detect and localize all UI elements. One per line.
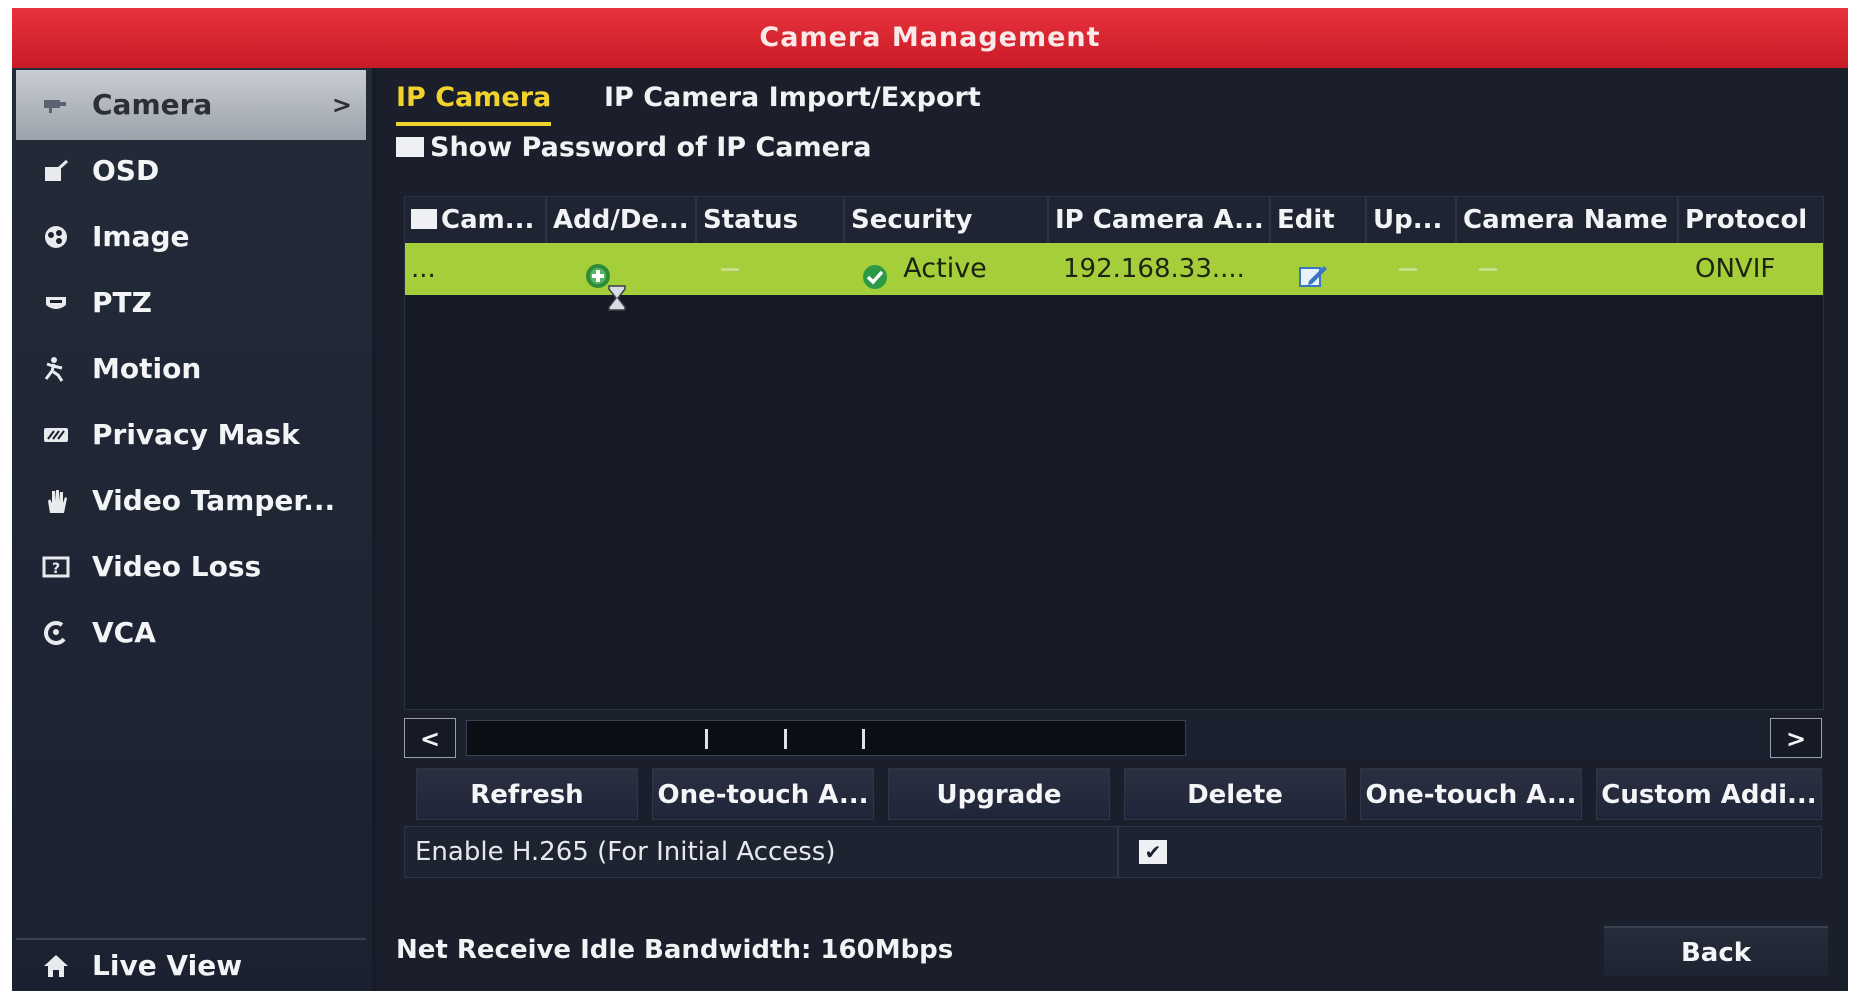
enable-h265-label: Enable H.265 (For Initial Access)	[415, 837, 836, 867]
live-view-label: Live View	[92, 949, 243, 982]
sidebar-item-video-loss[interactable]: ? Video Loss	[16, 532, 366, 602]
sidebar-item-vca[interactable]: VCA	[16, 598, 366, 668]
cell-add-delete	[547, 243, 697, 311]
camera-name-placeholder	[1479, 268, 1497, 271]
cell-edit	[1271, 243, 1367, 295]
scroll-left-button[interactable]: <	[404, 718, 456, 758]
cell-camera-name: -	[1457, 243, 1679, 295]
sidebar-item-label: Motion	[92, 352, 202, 385]
tab-ip-camera[interactable]: IP Camera	[396, 76, 552, 126]
ip-camera-table: Cam... Add/De... Status Security IP Came…	[404, 196, 1824, 710]
net-receive-bandwidth: Net Receive Idle Bandwidth: 160Mbps	[396, 935, 954, 965]
column-camera-name[interactable]: Camera Name	[1457, 197, 1679, 243]
cell-ip-address: 192.168.33....	[1063, 254, 1245, 284]
column-edit[interactable]: Edit	[1271, 197, 1367, 243]
video-tamper-icon	[42, 466, 74, 536]
column-add-delete[interactable]: Add/De...	[547, 197, 697, 243]
table-header: Cam... Add/De... Status Security IP Came…	[405, 197, 1823, 243]
sidebar-item-label: OSD	[92, 154, 160, 187]
sidebar-item-osd[interactable]: OSD	[16, 136, 366, 206]
column-protocol[interactable]: Protocol	[1679, 197, 1823, 243]
sidebar-item-label: Image	[92, 220, 190, 253]
enable-h265-checkbox[interactable]: ✔	[1139, 840, 1167, 864]
status-placeholder	[721, 268, 739, 271]
sidebar: Camera > OSD Image PTZ Motion Privacy Ma…	[12, 68, 372, 991]
sidebar-item-label: VCA	[92, 616, 156, 649]
custom-adding-button[interactable]: Custom Addi...	[1596, 768, 1822, 820]
scroll-thumb[interactable]	[466, 720, 1186, 756]
sidebar-item-motion[interactable]: Motion	[16, 334, 366, 404]
scroll-grip	[784, 729, 787, 749]
vca-icon	[42, 598, 74, 668]
sidebar-item-privacy-mask[interactable]: Privacy Mask	[16, 400, 366, 470]
privacy-mask-icon	[42, 400, 74, 470]
show-password-row[interactable]: Show Password of IP Camera	[396, 128, 871, 168]
one-touch-activate-button[interactable]: One-touch A...	[652, 768, 874, 820]
home-icon	[42, 940, 74, 991]
window-title: Camera Management	[12, 8, 1848, 68]
video-loss-icon: ?	[42, 532, 74, 602]
back-button[interactable]: Back	[1604, 926, 1828, 976]
one-touch-adding-button[interactable]: One-touch A...	[1360, 768, 1582, 820]
horizontal-scrollbar[interactable]: < >	[404, 718, 1822, 760]
sidebar-item-label: Video Loss	[92, 550, 262, 583]
hourglass-cursor-icon	[607, 277, 627, 329]
sidebar-item-camera[interactable]: Camera >	[16, 70, 366, 140]
image-icon	[42, 202, 74, 272]
camera-icon	[42, 70, 74, 140]
check-circle-icon	[861, 256, 889, 308]
camera-management-window: Camera Management Camera > OSD Image PTZ	[12, 8, 1848, 991]
refresh-button[interactable]: Refresh	[416, 768, 638, 820]
sidebar-item-video-tamper[interactable]: Video Tamper...	[16, 466, 366, 536]
sidebar-item-label: Privacy Mask	[92, 418, 300, 451]
delete-button[interactable]: Delete	[1124, 768, 1346, 820]
cell-upgrade: -	[1367, 243, 1457, 295]
sidebar-item-label: Camera	[92, 88, 213, 121]
show-password-label: Show Password of IP Camera	[430, 132, 872, 163]
osd-icon	[42, 136, 74, 206]
chevron-right-icon: >	[331, 91, 352, 119]
sidebar-item-image[interactable]: Image	[16, 202, 366, 272]
upgrade-placeholder	[1399, 268, 1417, 271]
column-security[interactable]: Security	[845, 197, 1049, 243]
edit-icon[interactable]	[1297, 255, 1329, 307]
sidebar-item-label: PTZ	[92, 286, 152, 319]
show-password-checkbox[interactable]	[396, 136, 424, 157]
sidebar-item-ptz[interactable]: PTZ	[16, 268, 366, 338]
upgrade-button[interactable]: Upgrade	[888, 768, 1110, 820]
column-upgrade[interactable]: Up...	[1367, 197, 1457, 243]
scroll-right-button[interactable]: >	[1770, 718, 1822, 758]
column-ip-camera-address[interactable]: IP Camera A...	[1049, 197, 1271, 243]
column-camera[interactable]: Cam...	[405, 197, 547, 243]
enable-h265-row: Enable H.265 (For Initial Access) ✔	[404, 826, 1822, 878]
divider	[1117, 827, 1119, 877]
security-status: Active	[903, 253, 987, 284]
sidebar-item-label: Video Tamper...	[92, 484, 336, 517]
ptz-icon	[42, 268, 74, 338]
live-view-button[interactable]: Live View	[16, 938, 366, 990]
cell-protocol: ONVIF	[1695, 254, 1776, 284]
cell-security: Active	[845, 243, 1049, 295]
motion-icon	[42, 334, 74, 404]
table-row[interactable]: ... - Active 192.168.33....	[405, 243, 1823, 311]
scroll-grip	[705, 729, 708, 749]
cell-status: -	[697, 243, 845, 295]
scroll-grip	[862, 729, 865, 749]
column-status[interactable]: Status	[697, 197, 845, 243]
cell-camera: ...	[411, 254, 436, 284]
tab-ip-camera-import-export[interactable]: IP Camera Import/Export	[604, 76, 981, 122]
svg-text:?: ?	[52, 561, 60, 577]
main-panel: IP Camera IP Camera Import/Export Show P…	[376, 68, 1848, 991]
select-all-checkbox[interactable]	[411, 208, 437, 229]
